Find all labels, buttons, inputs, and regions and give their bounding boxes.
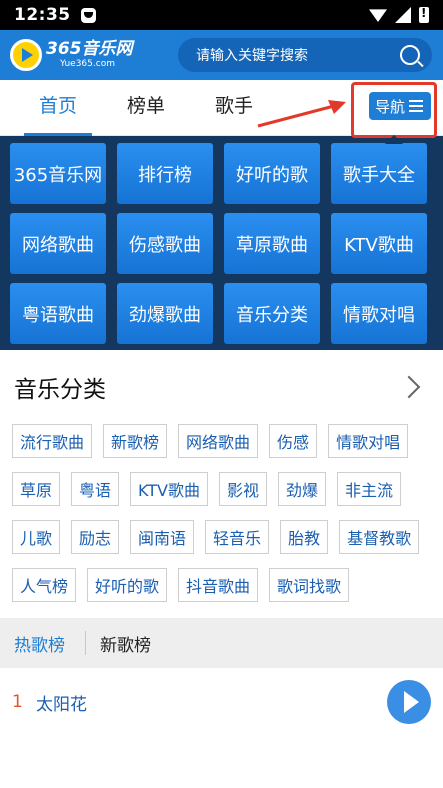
signal-icon	[395, 7, 411, 23]
logo-subtitle: Yue365.com	[60, 59, 115, 69]
battery-icon	[419, 6, 429, 23]
nav-item[interactable]: 草原歌曲	[224, 213, 320, 274]
category-tag[interactable]: 网络歌曲	[178, 424, 259, 458]
nav-item[interactable]: 劲爆歌曲	[117, 283, 213, 344]
nav-item[interactable]: 歌手大全	[331, 143, 427, 204]
chevron-right-icon[interactable]	[397, 375, 421, 399]
song-rank: 1	[12, 692, 23, 712]
category-tag[interactable]: 草原	[12, 472, 61, 506]
play-icon[interactable]	[387, 680, 431, 724]
nav-item[interactable]: 粤语歌曲	[10, 283, 106, 344]
nav-item[interactable]: KTV歌曲	[331, 213, 427, 274]
category-title: 音乐分类	[14, 377, 106, 403]
category-tag[interactable]: KTV歌曲	[130, 472, 209, 506]
category-tag[interactable]: 伤感	[269, 424, 318, 458]
nav-item[interactable]: 伤感歌曲	[117, 213, 213, 274]
main-tabs: 首页 榜单 歌手 导航	[0, 80, 443, 144]
nav-panel: 365音乐网 排行榜 好听的歌 歌手大全 网络歌曲 伤感歌曲 草原歌曲 KTV歌…	[0, 136, 443, 350]
category-tag[interactable]: 新歌榜	[103, 424, 168, 458]
status-time: 12:35	[14, 5, 71, 25]
tab-divider	[85, 631, 86, 655]
category-tags: 流行歌曲 新歌榜 网络歌曲 伤感 情歌对唱 草原 粤语 KTV歌曲 影视 劲爆 …	[0, 424, 443, 616]
nav-item[interactable]: 排行榜	[117, 143, 213, 204]
category-tag[interactable]: 粤语	[71, 472, 120, 506]
tab-hot-songs[interactable]: 热歌榜	[14, 631, 65, 656]
category-tag[interactable]: 人气榜	[12, 568, 77, 602]
category-header[interactable]: 音乐分类	[0, 350, 443, 424]
category-tag[interactable]: 励志	[71, 520, 120, 554]
highlight-box	[351, 82, 437, 138]
category-tag[interactable]: 影视	[219, 472, 268, 506]
tab-new-songs[interactable]: 新歌榜	[100, 631, 151, 656]
category-tag[interactable]: 情歌对唱	[328, 424, 409, 458]
logo-title: 365音乐网	[46, 39, 133, 59]
wifi-icon	[369, 9, 387, 22]
status-icons	[369, 6, 429, 23]
search-icon[interactable]	[400, 45, 420, 65]
nav-item[interactable]: 音乐分类	[224, 283, 320, 344]
nav-item[interactable]: 好听的歌	[224, 143, 320, 204]
logo-play-icon	[10, 39, 42, 71]
category-tag[interactable]: 非主流	[337, 472, 402, 506]
category-tag[interactable]: 闽南语	[130, 520, 195, 554]
category-tag[interactable]: 抖音歌曲	[178, 568, 259, 602]
tab-charts[interactable]: 榜单	[102, 80, 190, 136]
nav-item[interactable]: 情歌对唱	[331, 283, 427, 344]
category-tag[interactable]: 儿歌	[12, 520, 61, 554]
category-tag[interactable]: 基督教歌	[339, 520, 420, 554]
search-bar[interactable]: 请输入关键字搜索	[178, 38, 432, 72]
category-tag[interactable]: 流行歌曲	[12, 424, 93, 458]
tab-home[interactable]: 首页	[14, 80, 102, 136]
app-header: 365音乐网 Yue365.com 请输入关键字搜索	[0, 30, 443, 80]
category-tag[interactable]: 好听的歌	[87, 568, 168, 602]
category-tag[interactable]: 轻音乐	[205, 520, 270, 554]
category-tag[interactable]: 歌词找歌	[269, 568, 350, 602]
search-input[interactable]: 请输入关键字搜索	[196, 45, 400, 65]
category-tag[interactable]: 胎教	[280, 520, 329, 554]
category-tag[interactable]: 劲爆	[278, 472, 327, 506]
nav-item[interactable]: 365音乐网	[10, 143, 106, 204]
app-logo[interactable]: 365音乐网 Yue365.com	[10, 39, 160, 71]
song-row[interactable]: 1 太阳花	[0, 668, 443, 736]
song-title[interactable]: 太阳花	[36, 690, 387, 715]
panel-notch	[385, 135, 403, 144]
notification-icon	[80, 7, 96, 23]
nav-item[interactable]: 网络歌曲	[10, 213, 106, 274]
annotation-arrow	[257, 100, 346, 128]
chart-tabs: 热歌榜 新歌榜	[0, 618, 443, 668]
status-bar: 12:35	[0, 0, 443, 30]
